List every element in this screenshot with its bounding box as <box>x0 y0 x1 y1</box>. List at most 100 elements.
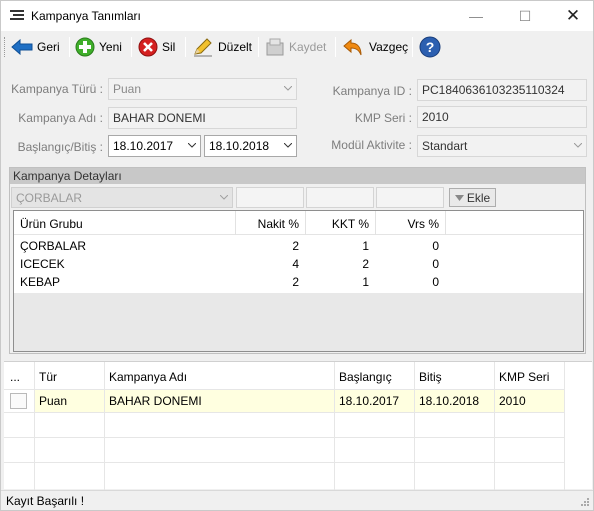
close-button[interactable]: ✕ <box>553 1 593 31</box>
name-field[interactable]: BAHAR DONEMI <box>108 107 297 129</box>
svg-text:?: ? <box>426 39 435 55</box>
cancel-label: Vazgeç <box>369 40 409 54</box>
column-divider <box>334 362 335 490</box>
new-label: Yeni <box>99 40 122 54</box>
kmp-field: 2010 <box>417 106 587 128</box>
start-date-picker[interactable]: 18.10.2017 <box>108 135 201 157</box>
maximize-button[interactable]: ☐ <box>505 1 545 31</box>
pencil-icon <box>194 38 212 57</box>
cancel-button[interactable]: Vazgeç <box>343 34 408 60</box>
product-group-cell: ÇORBALAR <box>20 239 87 253</box>
column-header[interactable]: Kampanya Adı <box>109 370 187 384</box>
back-button[interactable]: Geri <box>11 34 60 60</box>
edit-button[interactable]: Düzelt <box>192 34 252 60</box>
start-date-cell: 18.10.2017 <box>339 394 400 408</box>
type-dropdown[interactable]: Puan <box>108 78 297 100</box>
name-label: Kampanya Adı : <box>18 111 103 125</box>
kkt-percent-input[interactable] <box>306 187 374 208</box>
column-divider <box>34 362 35 490</box>
end-date-picker[interactable]: 18.10.2018 <box>204 135 297 157</box>
details-table-header: Ürün Grubu Nakit % KKT % Vrs % <box>14 211 583 235</box>
triangle-down-icon <box>454 194 464 201</box>
toolbar: Geri Yeni Sil Düzelt Kaydet Vazgeç ? <box>1 31 593 63</box>
cash-cell: 2 <box>292 275 299 289</box>
edit-label: Düzelt <box>218 40 253 54</box>
type-label: Kampanya Türü : <box>11 82 103 96</box>
add-icon <box>75 37 95 57</box>
column-header[interactable]: Tür <box>39 370 57 384</box>
vrs-cell: 0 <box>432 239 439 253</box>
id-label: Kampanya ID : <box>332 84 412 98</box>
campaign-name-cell: BAHAR DONEMI <box>109 394 202 408</box>
start-date-value: 18.10.2017 <box>113 139 174 153</box>
status-bar: Kayıt Başarılı ! <box>1 490 593 510</box>
toolbar-separator <box>258 37 259 57</box>
product-group-dropdown[interactable]: ÇORBALAR <box>11 187 233 208</box>
delete-button[interactable]: Sil <box>138 34 175 60</box>
id-field: PC1840636103235110324 <box>417 79 587 101</box>
column-header[interactable]: Vrs % <box>375 217 439 231</box>
toolbar-separator <box>69 37 70 57</box>
module-label: Modül Aktivite : <box>331 138 412 152</box>
column-divider <box>414 362 415 490</box>
status-text: Kayıt Başarılı ! <box>6 494 85 508</box>
add-detail-button[interactable]: Ekle <box>449 188 496 207</box>
title-bar: Kampanya Tanımları — ☐ ✕ <box>1 1 593 31</box>
column-header[interactable]: KMP Seri <box>499 370 549 384</box>
toolbar-separator <box>412 37 413 57</box>
toolbar-separator <box>131 37 132 57</box>
campaign-window: Kampanya Tanımları — ☐ ✕ Geri Yeni Sil D… <box>0 0 594 511</box>
app-icon <box>10 10 24 21</box>
back-label: Geri <box>37 40 60 54</box>
resize-grip-icon[interactable] <box>580 497 590 507</box>
vrs-percent-input[interactable] <box>376 187 444 208</box>
cash-percent-input[interactable] <box>236 187 304 208</box>
help-button[interactable]: ? <box>419 34 441 60</box>
details-table-body: ÇORBALAR 2 1 0 ICECEK 4 2 0 KEBAP 2 1 0 <box>14 235 583 293</box>
column-header[interactable]: Ürün Grubu <box>20 217 83 231</box>
chevron-down-icon <box>284 143 292 148</box>
kkt-cell: 2 <box>362 257 369 271</box>
cash-cell: 2 <box>292 239 299 253</box>
column-divider <box>494 362 495 490</box>
row-divider <box>4 389 564 390</box>
module-value: Standart <box>422 139 468 153</box>
chevron-down-icon <box>188 143 196 148</box>
details-header: Kampanya Detayları <box>10 168 585 184</box>
chevron-down-icon <box>220 195 228 200</box>
new-button[interactable]: Yeni <box>75 34 122 60</box>
toolbar-separator <box>335 37 336 57</box>
column-header[interactable]: ... <box>10 370 20 384</box>
column-header[interactable]: Başlangıç <box>339 370 392 384</box>
column-divider <box>104 362 105 490</box>
save-icon <box>266 38 284 56</box>
vrs-cell: 0 <box>432 275 439 289</box>
campaign-grid: ... Tür Kampanya Adı Başlangıç Bitiş KMP… <box>4 361 592 490</box>
column-header[interactable]: Bitiş <box>419 370 442 384</box>
dates-label: Başlangıç/Bitiş : <box>17 140 103 154</box>
window-title: Kampanya Tanımları <box>31 9 141 23</box>
add-detail-label: Ekle <box>466 190 491 205</box>
module-dropdown[interactable]: Standart <box>417 135 587 157</box>
end-date-cell: 18.10.2018 <box>419 394 480 408</box>
kkt-cell: 1 <box>362 275 369 289</box>
column-divider <box>445 211 446 235</box>
delete-icon <box>138 37 158 57</box>
save-button[interactable]: Kaydet <box>265 34 326 60</box>
minimize-button[interactable]: — <box>456 1 496 31</box>
undo-icon <box>343 38 362 56</box>
column-divider <box>564 362 565 490</box>
row-divider <box>4 412 564 413</box>
row-selector[interactable] <box>10 393 27 409</box>
product-group-cell: KEBAP <box>20 275 61 289</box>
kkt-cell: 1 <box>362 239 369 253</box>
kmp-series-cell: 2010 <box>499 394 526 408</box>
vrs-cell: 0 <box>432 257 439 271</box>
column-header[interactable]: KKT % <box>305 217 369 231</box>
chevron-down-icon <box>574 143 582 148</box>
toolbar-grip <box>4 37 7 57</box>
column-header[interactable]: Nakit % <box>235 217 299 231</box>
end-date-value: 18.10.2018 <box>209 139 270 153</box>
chevron-down-icon <box>284 86 292 91</box>
type-cell: Puan <box>39 394 68 408</box>
